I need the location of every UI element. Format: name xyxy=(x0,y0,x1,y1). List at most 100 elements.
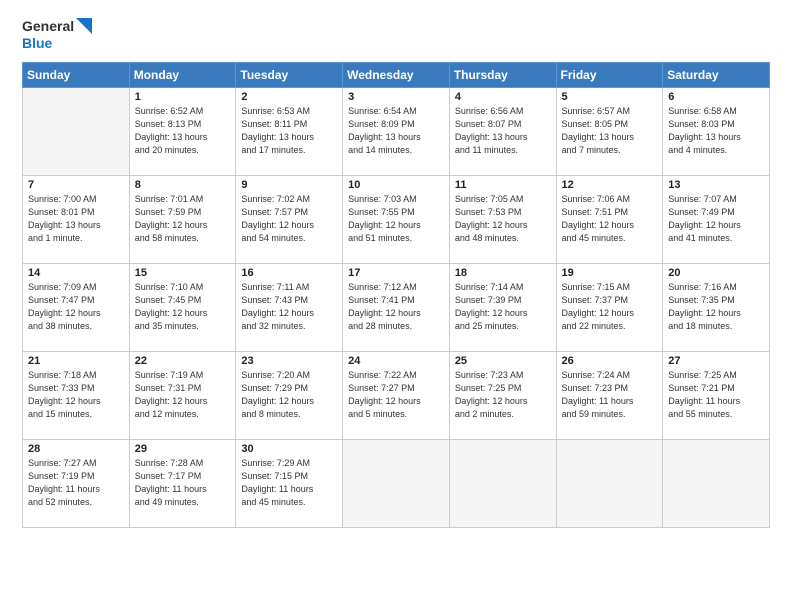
day-info: Sunrise: 7:05 AM Sunset: 7:53 PM Dayligh… xyxy=(455,193,551,245)
calendar-cell: 23Sunrise: 7:20 AM Sunset: 7:29 PM Dayli… xyxy=(236,351,343,439)
day-number: 4 xyxy=(455,91,551,103)
day-info: Sunrise: 7:23 AM Sunset: 7:25 PM Dayligh… xyxy=(455,369,551,421)
calendar-cell: 14 Sunrise: 7:09 AM Sunset: 7:47 PM Dayli… xyxy=(23,263,130,351)
calendar-cell: 27 Sunrise: 7:25 AM Sunset: 7:21 PM Dayli… xyxy=(663,351,770,439)
calendar-cell: 21Sunrise: 7:18 AM Sunset: 7:33 PM Dayli… xyxy=(23,351,130,439)
calendar-cell: 28 Sunrise: 7:27 AM Sunset: 7:19 PM Dayli… xyxy=(23,439,130,527)
day-number: 9 xyxy=(241,179,337,191)
calendar-cell: 4 Sunrise: 6:56 AM Sunset: 8:07 PM Daylig… xyxy=(449,87,556,175)
day-number: 14 xyxy=(28,267,124,279)
calendar-week-4: 28 Sunrise: 7:27 AM Sunset: 7:19 PM Dayli… xyxy=(23,439,770,527)
day-number: 18 xyxy=(455,267,551,279)
day-info: Sunrise: 7:03 AM Sunset: 7:55 PM Dayligh… xyxy=(348,193,444,245)
logo-triangle-icon xyxy=(76,18,92,34)
logo: General Blue xyxy=(22,18,92,52)
day-info: Sunrise: 6:58 AM Sunset: 8:03 PM Dayligh… xyxy=(668,105,764,157)
day-info: Sunrise: 7:19 AM Sunset: 7:31 PM Dayligh… xyxy=(135,369,231,421)
day-number: 5 xyxy=(562,91,658,103)
calendar-cell xyxy=(663,439,770,527)
day-number: 22 xyxy=(135,355,231,367)
day-number: 15 xyxy=(135,267,231,279)
calendar-cell: 7 Sunrise: 7:00 AM Sunset: 8:01 PM Daylig… xyxy=(23,175,130,263)
calendar-cell: 22 Sunrise: 7:19 AM Sunset: 7:31 PM Dayli… xyxy=(129,351,236,439)
day-number: 10 xyxy=(348,179,444,191)
calendar-header-row: SundayMondayTuesdayWednesdayThursdayFrid… xyxy=(23,62,770,87)
calendar-cell: 24Sunrise: 7:22 AM Sunset: 7:27 PM Dayli… xyxy=(343,351,450,439)
day-number: 25 xyxy=(455,355,551,367)
day-info: Sunrise: 7:02 AM Sunset: 7:57 PM Dayligh… xyxy=(241,193,337,245)
day-info: Sunrise: 7:15 AM Sunset: 7:37 PM Dayligh… xyxy=(562,281,658,333)
calendar-cell: 25 Sunrise: 7:23 AM Sunset: 7:25 PM Dayli… xyxy=(449,351,556,439)
col-header-thursday: Thursday xyxy=(449,62,556,87)
day-number: 19 xyxy=(562,267,658,279)
day-info: Sunrise: 7:24 AM Sunset: 7:23 PM Dayligh… xyxy=(562,369,658,421)
calendar-cell: 1Sunrise: 6:52 AM Sunset: 8:13 PM Daylig… xyxy=(129,87,236,175)
page: General Blue SundayMondayTuesdayWednesda… xyxy=(0,0,792,612)
day-number: 6 xyxy=(668,91,764,103)
logo-general: General xyxy=(22,18,74,35)
day-info: Sunrise: 6:54 AM Sunset: 8:09 PM Dayligh… xyxy=(348,105,444,157)
day-number: 28 xyxy=(28,443,124,455)
day-info: Sunrise: 7:16 AM Sunset: 7:35 PM Dayligh… xyxy=(668,281,764,333)
calendar-cell: 19 Sunrise: 7:15 AM Sunset: 7:37 PM Dayli… xyxy=(556,263,663,351)
col-header-saturday: Saturday xyxy=(663,62,770,87)
day-number: 27 xyxy=(668,355,764,367)
day-number: 2 xyxy=(241,91,337,103)
day-number: 7 xyxy=(28,179,124,191)
calendar-week-1: 7 Sunrise: 7:00 AM Sunset: 8:01 PM Daylig… xyxy=(23,175,770,263)
calendar-cell: 8 Sunrise: 7:01 AM Sunset: 7:59 PM Daylig… xyxy=(129,175,236,263)
calendar-cell xyxy=(556,439,663,527)
header: General Blue xyxy=(22,18,770,52)
day-info: Sunrise: 7:10 AM Sunset: 7:45 PM Dayligh… xyxy=(135,281,231,333)
day-number: 26 xyxy=(562,355,658,367)
calendar-cell: 2 Sunrise: 6:53 AM Sunset: 8:11 PM Daylig… xyxy=(236,87,343,175)
calendar-cell: 26 Sunrise: 7:24 AM Sunset: 7:23 PM Dayli… xyxy=(556,351,663,439)
day-number: 17 xyxy=(348,267,444,279)
calendar-cell: 15 Sunrise: 7:10 AM Sunset: 7:45 PM Dayli… xyxy=(129,263,236,351)
day-info: Sunrise: 7:22 AM Sunset: 7:27 PM Dayligh… xyxy=(348,369,444,421)
day-info: Sunrise: 7:07 AM Sunset: 7:49 PM Dayligh… xyxy=(668,193,764,245)
day-info: Sunrise: 7:00 AM Sunset: 8:01 PM Dayligh… xyxy=(28,193,124,245)
calendar-cell: 30Sunrise: 7:29 AM Sunset: 7:15 PM Dayli… xyxy=(236,439,343,527)
calendar-week-0: 1Sunrise: 6:52 AM Sunset: 8:13 PM Daylig… xyxy=(23,87,770,175)
day-info: Sunrise: 7:12 AM Sunset: 7:41 PM Dayligh… xyxy=(348,281,444,333)
calendar-cell: 29Sunrise: 7:28 AM Sunset: 7:17 PM Dayli… xyxy=(129,439,236,527)
day-number: 13 xyxy=(668,179,764,191)
calendar-week-3: 21Sunrise: 7:18 AM Sunset: 7:33 PM Dayli… xyxy=(23,351,770,439)
day-info: Sunrise: 6:53 AM Sunset: 8:11 PM Dayligh… xyxy=(241,105,337,157)
day-info: Sunrise: 7:01 AM Sunset: 7:59 PM Dayligh… xyxy=(135,193,231,245)
col-header-tuesday: Tuesday xyxy=(236,62,343,87)
day-number: 8 xyxy=(135,179,231,191)
day-number: 29 xyxy=(135,443,231,455)
calendar-cell: 5 Sunrise: 6:57 AM Sunset: 8:05 PM Daylig… xyxy=(556,87,663,175)
day-info: Sunrise: 6:57 AM Sunset: 8:05 PM Dayligh… xyxy=(562,105,658,157)
calendar-table: SundayMondayTuesdayWednesdayThursdayFrid… xyxy=(22,62,770,528)
calendar-cell: 11Sunrise: 7:05 AM Sunset: 7:53 PM Dayli… xyxy=(449,175,556,263)
day-info: Sunrise: 7:29 AM Sunset: 7:15 PM Dayligh… xyxy=(241,457,337,509)
day-number: 20 xyxy=(668,267,764,279)
calendar-cell: 17 Sunrise: 7:12 AM Sunset: 7:41 PM Dayli… xyxy=(343,263,450,351)
day-info: Sunrise: 7:09 AM Sunset: 7:47 PM Dayligh… xyxy=(28,281,124,333)
calendar-cell: 10 Sunrise: 7:03 AM Sunset: 7:55 PM Dayli… xyxy=(343,175,450,263)
day-info: Sunrise: 7:25 AM Sunset: 7:21 PM Dayligh… xyxy=(668,369,764,421)
calendar-week-2: 14 Sunrise: 7:09 AM Sunset: 7:47 PM Dayli… xyxy=(23,263,770,351)
calendar-cell: 12Sunrise: 7:06 AM Sunset: 7:51 PM Dayli… xyxy=(556,175,663,263)
day-info: Sunrise: 6:56 AM Sunset: 8:07 PM Dayligh… xyxy=(455,105,551,157)
day-info: Sunrise: 7:14 AM Sunset: 7:39 PM Dayligh… xyxy=(455,281,551,333)
logo-blue: Blue xyxy=(22,35,92,52)
col-header-sunday: Sunday xyxy=(23,62,130,87)
day-info: Sunrise: 7:27 AM Sunset: 7:19 PM Dayligh… xyxy=(28,457,124,509)
logo-wordmark: General Blue xyxy=(22,18,92,52)
calendar-cell xyxy=(23,87,130,175)
calendar-cell: 18 Sunrise: 7:14 AM Sunset: 7:39 PM Dayli… xyxy=(449,263,556,351)
col-header-wednesday: Wednesday xyxy=(343,62,450,87)
col-header-monday: Monday xyxy=(129,62,236,87)
calendar-cell: 16Sunrise: 7:11 AM Sunset: 7:43 PM Dayli… xyxy=(236,263,343,351)
day-number: 21 xyxy=(28,355,124,367)
day-info: Sunrise: 7:11 AM Sunset: 7:43 PM Dayligh… xyxy=(241,281,337,333)
calendar-cell: 9 Sunrise: 7:02 AM Sunset: 7:57 PM Daylig… xyxy=(236,175,343,263)
calendar-cell: 13 Sunrise: 7:07 AM Sunset: 7:49 PM Dayli… xyxy=(663,175,770,263)
calendar-cell xyxy=(449,439,556,527)
calendar-cell: 6 Sunrise: 6:58 AM Sunset: 8:03 PM Daylig… xyxy=(663,87,770,175)
day-number: 23 xyxy=(241,355,337,367)
